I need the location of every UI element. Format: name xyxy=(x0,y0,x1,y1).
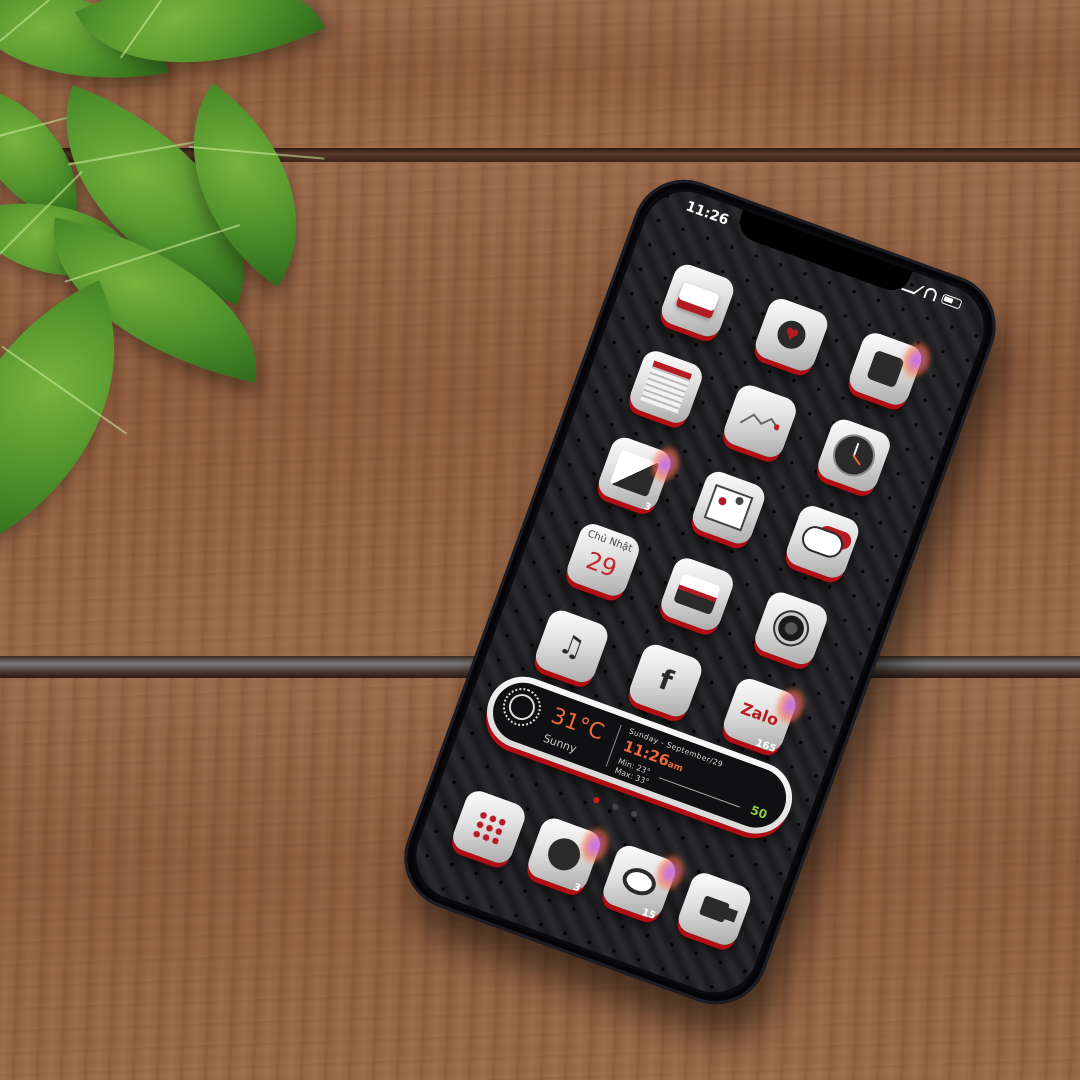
app-calendar[interactable]: Chủ Nhật 29 xyxy=(563,520,643,600)
messenger-icon xyxy=(543,833,585,875)
page-dot-active[interactable] xyxy=(592,796,601,805)
app-clock[interactable] xyxy=(814,415,894,496)
widget-value: 50 xyxy=(748,802,770,822)
app-badge: 165 xyxy=(754,737,778,756)
wifi-icon xyxy=(923,286,939,302)
dialpad-icon xyxy=(470,809,507,845)
page-dot[interactable] xyxy=(611,803,620,811)
app-weather[interactable] xyxy=(782,502,863,582)
app-facebook[interactable]: f xyxy=(625,640,706,721)
app-maps[interactable] xyxy=(688,467,769,548)
notes-icon xyxy=(640,360,693,414)
map-icon xyxy=(703,483,754,532)
app-badge: 3 xyxy=(642,501,653,514)
app-wallet[interactable] xyxy=(657,260,738,341)
battery-icon xyxy=(940,293,963,310)
wallet-icon xyxy=(675,281,720,320)
widget-line xyxy=(658,777,741,808)
page-indicator[interactable] xyxy=(592,796,638,818)
app-camera[interactable] xyxy=(751,588,831,669)
status-indicators xyxy=(900,279,963,310)
signal-icon xyxy=(900,281,926,294)
chart-icon xyxy=(739,413,780,431)
app-notes[interactable] xyxy=(626,347,706,427)
landscape-icon xyxy=(673,573,722,616)
music-icon: ♫ xyxy=(554,626,590,666)
video-icon xyxy=(698,895,731,923)
camera-icon xyxy=(767,605,815,652)
app-zalo[interactable]: Zalo 165 xyxy=(719,675,812,756)
status-time: 11:26 xyxy=(683,198,731,229)
glow-effect xyxy=(895,336,938,384)
dock-facetime[interactable] xyxy=(674,869,755,949)
app-music[interactable]: ♫ xyxy=(531,606,612,687)
dock-messages[interactable]: 15 xyxy=(599,841,692,922)
dock-messenger[interactable]: 3 xyxy=(524,814,616,895)
messages-icon xyxy=(618,863,660,900)
app-reminders[interactable] xyxy=(845,329,938,409)
app-badge: 15 xyxy=(640,906,658,922)
app-landscape[interactable] xyxy=(657,554,737,634)
heart-icon: ♥ xyxy=(773,316,810,353)
facebook-icon: f xyxy=(654,662,678,698)
glow-effect xyxy=(574,821,616,870)
app-stocks[interactable] xyxy=(720,381,800,461)
clock-icon xyxy=(827,428,881,483)
app-badge: 3 xyxy=(571,881,582,895)
glow-effect xyxy=(649,848,692,897)
app-photos[interactable]: 3 xyxy=(594,433,687,514)
app-health[interactable]: ♥ xyxy=(751,295,832,375)
widget-time-suffix: am xyxy=(666,759,685,775)
sun-icon xyxy=(505,690,539,724)
page-dot[interactable] xyxy=(630,810,638,818)
cloud-icon xyxy=(800,525,845,559)
list-icon xyxy=(866,349,905,389)
dock-phone[interactable] xyxy=(449,787,529,867)
